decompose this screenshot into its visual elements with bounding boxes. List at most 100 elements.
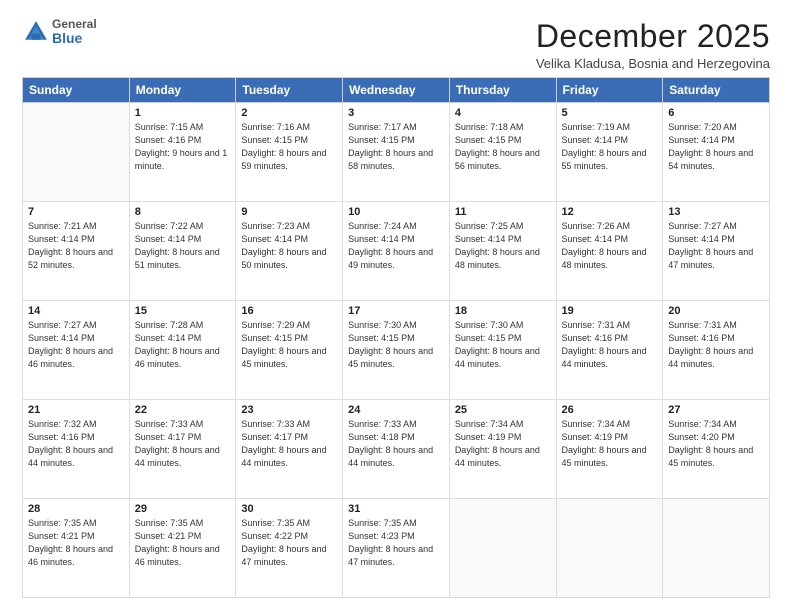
calendar-cell: 25Sunrise: 7:34 AMSunset: 4:19 PMDayligh… xyxy=(449,400,556,499)
cell-info: Sunrise: 7:21 AMSunset: 4:14 PMDaylight:… xyxy=(28,220,124,272)
day-number: 4 xyxy=(455,107,551,119)
calendar-cell xyxy=(23,103,130,202)
week-row-5: 28 Sunrise: 7:35 AMSunset: 4:21 PMDayligh… xyxy=(23,499,770,598)
calendar-cell: 24 Sunrise: 7:33 AMSunset: 4:18 PMDayligh… xyxy=(343,400,450,499)
cell-info: Sunrise: 7:33 AMSunset: 4:17 PMDaylight:… xyxy=(135,418,231,470)
cell-info: Sunrise: 7:34 AMSunset: 4:20 PMDaylight:… xyxy=(668,418,764,470)
day-header-monday: Monday xyxy=(129,78,236,103)
page: General Blue December 2025 Velika Kladus… xyxy=(0,0,792,612)
cell-info: Sunrise: 7:33 AMSunset: 4:18 PMDaylight:… xyxy=(348,418,444,470)
cell-info: Sunrise: 7:15 AMSunset: 4:16 PMDaylight:… xyxy=(135,121,231,173)
day-number: 12 xyxy=(562,206,658,218)
day-number: 30 xyxy=(241,503,337,515)
day-number: 31 xyxy=(348,503,444,515)
cell-info: Sunrise: 7:35 AMSunset: 4:21 PMDaylight:… xyxy=(135,517,231,569)
cell-info: Sunrise: 7:30 AMSunset: 4:15 PMDaylight:… xyxy=(348,319,444,371)
calendar-cell: 22Sunrise: 7:33 AMSunset: 4:17 PMDayligh… xyxy=(129,400,236,499)
day-number: 18 xyxy=(455,305,551,317)
day-number: 24 xyxy=(348,404,444,416)
cell-info: Sunrise: 7:32 AMSunset: 4:16 PMDaylight:… xyxy=(28,418,124,470)
calendar-cell: 10Sunrise: 7:24 AMSunset: 4:14 PMDayligh… xyxy=(343,202,450,301)
calendar-cell: 12 Sunrise: 7:26 AMSunset: 4:14 PMDayligh… xyxy=(556,202,663,301)
calendar-cell xyxy=(663,499,770,598)
calendar-cell: 20 Sunrise: 7:31 AMSunset: 4:16 PMDayligh… xyxy=(663,301,770,400)
calendar-cell xyxy=(556,499,663,598)
cell-info: Sunrise: 7:31 AMSunset: 4:16 PMDaylight:… xyxy=(562,319,658,371)
day-header-saturday: Saturday xyxy=(663,78,770,103)
logo: General Blue xyxy=(22,18,97,47)
calendar-cell: 14 Sunrise: 7:27 AMSunset: 4:14 PMDayligh… xyxy=(23,301,130,400)
calendar-cell: 17 Sunrise: 7:30 AMSunset: 4:15 PMDayligh… xyxy=(343,301,450,400)
calendar-cell xyxy=(449,499,556,598)
week-row-4: 21 Sunrise: 7:32 AMSunset: 4:16 PMDayligh… xyxy=(23,400,770,499)
cell-info: Sunrise: 7:23 AMSunset: 4:14 PMDaylight:… xyxy=(241,220,337,272)
cell-info: Sunrise: 7:29 AMSunset: 4:15 PMDaylight:… xyxy=(241,319,337,371)
day-number: 8 xyxy=(135,206,231,218)
cell-info: Sunrise: 7:17 AMSunset: 4:15 PMDaylight:… xyxy=(348,121,444,173)
day-number: 3 xyxy=(348,107,444,119)
calendar-cell: 21 Sunrise: 7:32 AMSunset: 4:16 PMDayligh… xyxy=(23,400,130,499)
cell-info: Sunrise: 7:35 AMSunset: 4:23 PMDaylight:… xyxy=(348,517,444,569)
calendar-cell: 6Sunrise: 7:20 AMSunset: 4:14 PMDaylight… xyxy=(663,103,770,202)
day-number: 28 xyxy=(28,503,124,515)
cell-info: Sunrise: 7:26 AMSunset: 4:14 PMDaylight:… xyxy=(562,220,658,272)
logo-blue-label: Blue xyxy=(52,31,97,46)
cell-info: Sunrise: 7:35 AMSunset: 4:21 PMDaylight:… xyxy=(28,517,124,569)
calendar-cell: 2 Sunrise: 7:16 AMSunset: 4:15 PMDaylight… xyxy=(236,103,343,202)
calendar-cell: 9 Sunrise: 7:23 AMSunset: 4:14 PMDaylight… xyxy=(236,202,343,301)
day-number: 14 xyxy=(28,305,124,317)
cell-info: Sunrise: 7:34 AMSunset: 4:19 PMDaylight:… xyxy=(455,418,551,470)
calendar-cell: 5 Sunrise: 7:19 AMSunset: 4:14 PMDaylight… xyxy=(556,103,663,202)
day-number: 21 xyxy=(28,404,124,416)
week-row-3: 14 Sunrise: 7:27 AMSunset: 4:14 PMDayligh… xyxy=(23,301,770,400)
calendar-cell: 3 Sunrise: 7:17 AMSunset: 4:15 PMDaylight… xyxy=(343,103,450,202)
cell-info: Sunrise: 7:27 AMSunset: 4:14 PMDaylight:… xyxy=(668,220,764,272)
cell-info: Sunrise: 7:28 AMSunset: 4:14 PMDaylight:… xyxy=(135,319,231,371)
day-number: 9 xyxy=(241,206,337,218)
week-row-1: 1Sunrise: 7:15 AMSunset: 4:16 PMDaylight… xyxy=(23,103,770,202)
day-header-wednesday: Wednesday xyxy=(343,78,450,103)
day-number: 10 xyxy=(348,206,444,218)
day-number: 26 xyxy=(562,404,658,416)
calendar-cell: 11Sunrise: 7:25 AMSunset: 4:14 PMDayligh… xyxy=(449,202,556,301)
day-number: 20 xyxy=(668,305,764,317)
cell-info: Sunrise: 7:19 AMSunset: 4:14 PMDaylight:… xyxy=(562,121,658,173)
calendar-cell: 8 Sunrise: 7:22 AMSunset: 4:14 PMDaylight… xyxy=(129,202,236,301)
calendar-cell: 26 Sunrise: 7:34 AMSunset: 4:19 PMDayligh… xyxy=(556,400,663,499)
cell-info: Sunrise: 7:35 AMSunset: 4:22 PMDaylight:… xyxy=(241,517,337,569)
calendar-cell: 13 Sunrise: 7:27 AMSunset: 4:14 PMDayligh… xyxy=(663,202,770,301)
day-header-sunday: Sunday xyxy=(23,78,130,103)
cell-info: Sunrise: 7:34 AMSunset: 4:19 PMDaylight:… xyxy=(562,418,658,470)
day-header-friday: Friday xyxy=(556,78,663,103)
day-number: 11 xyxy=(455,206,551,218)
day-number: 23 xyxy=(241,404,337,416)
cell-info: Sunrise: 7:27 AMSunset: 4:14 PMDaylight:… xyxy=(28,319,124,371)
cell-info: Sunrise: 7:18 AMSunset: 4:15 PMDaylight:… xyxy=(455,121,551,173)
day-number: 13 xyxy=(668,206,764,218)
day-header-row: SundayMondayTuesdayWednesdayThursdayFrid… xyxy=(23,78,770,103)
cell-info: Sunrise: 7:22 AMSunset: 4:14 PMDaylight:… xyxy=(135,220,231,272)
calendar-cell: 23Sunrise: 7:33 AMSunset: 4:17 PMDayligh… xyxy=(236,400,343,499)
day-number: 2 xyxy=(241,107,337,119)
calendar-cell: 15Sunrise: 7:28 AMSunset: 4:14 PMDayligh… xyxy=(129,301,236,400)
logo-icon xyxy=(22,18,50,46)
day-number: 17 xyxy=(348,305,444,317)
title-block: December 2025 Velika Kladusa, Bosnia and… xyxy=(536,18,770,71)
day-number: 19 xyxy=(562,305,658,317)
day-number: 6 xyxy=(668,107,764,119)
calendar-cell: 7 Sunrise: 7:21 AMSunset: 4:14 PMDaylight… xyxy=(23,202,130,301)
day-header-thursday: Thursday xyxy=(449,78,556,103)
cell-info: Sunrise: 7:31 AMSunset: 4:16 PMDaylight:… xyxy=(668,319,764,371)
header: General Blue December 2025 Velika Kladus… xyxy=(22,18,770,71)
month-title: December 2025 xyxy=(536,18,770,55)
day-number: 7 xyxy=(28,206,124,218)
logo-text: General Blue xyxy=(52,18,97,47)
calendar-cell: 1Sunrise: 7:15 AMSunset: 4:16 PMDaylight… xyxy=(129,103,236,202)
day-number: 16 xyxy=(241,305,337,317)
day-number: 27 xyxy=(668,404,764,416)
calendar-cell: 16 Sunrise: 7:29 AMSunset: 4:15 PMDayligh… xyxy=(236,301,343,400)
location-subtitle: Velika Kladusa, Bosnia and Herzegovina xyxy=(536,56,770,71)
day-number: 5 xyxy=(562,107,658,119)
cell-info: Sunrise: 7:16 AMSunset: 4:15 PMDaylight:… xyxy=(241,121,337,173)
calendar-cell: 28 Sunrise: 7:35 AMSunset: 4:21 PMDayligh… xyxy=(23,499,130,598)
